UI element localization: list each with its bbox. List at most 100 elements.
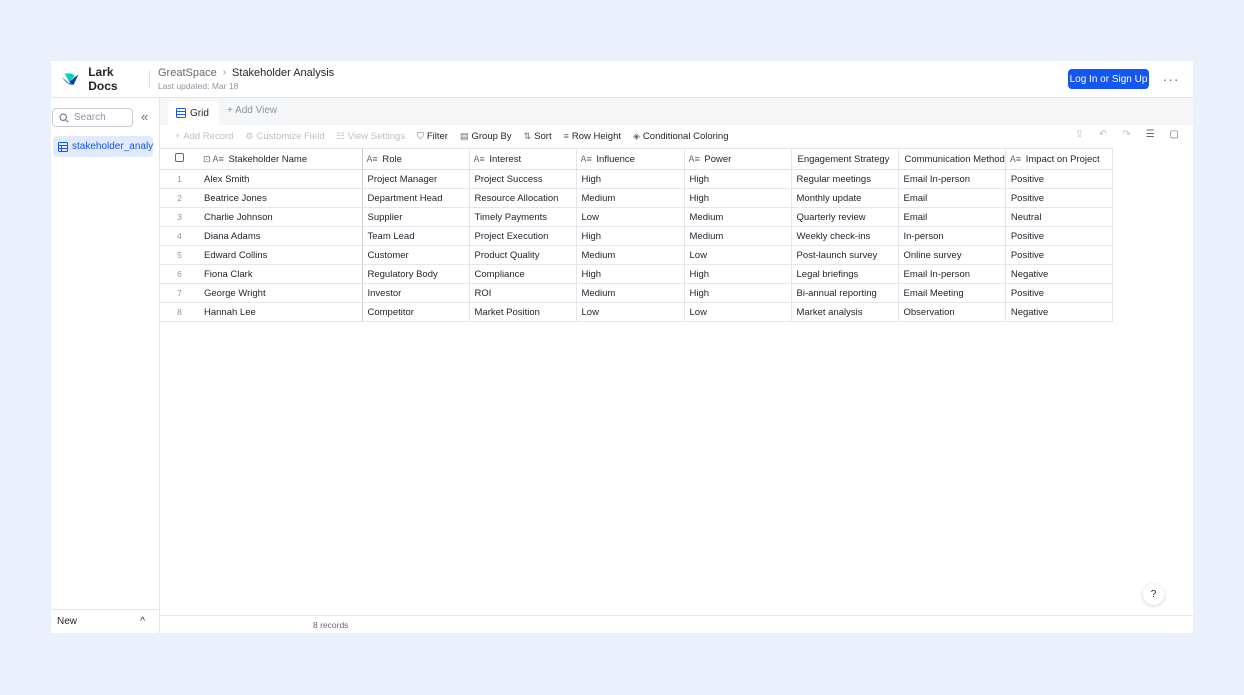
cell-interest[interactable]: Market Position <box>469 302 577 322</box>
column-header-communication-method[interactable]: Communication Method <box>898 148 1006 170</box>
cell-engagement-strategy[interactable]: Quarterly review <box>791 207 899 227</box>
column-header-impact-on-project[interactable]: A≡ Impact on Project <box>1005 148 1113 170</box>
app-logo[interactable]: Lark Docs <box>51 61 141 97</box>
column-header-engagement-strategy[interactable]: Engagement Strategy <box>791 148 899 170</box>
column-header-power[interactable]: A≡ Power <box>684 148 792 170</box>
cell-stakeholder-name[interactable]: Fiona Clark <box>199 264 363 284</box>
chevron-up-icon[interactable]: ^ <box>140 616 145 627</box>
login-signup-button[interactable]: Log In or Sign Up <box>1068 69 1149 89</box>
cell-role[interactable]: Competitor <box>362 302 470 322</box>
table-row[interactable]: 6 Fiona Clark Regulatory Body Compliance… <box>160 264 1113 284</box>
add-record-button[interactable]: + Add Record <box>175 131 233 142</box>
cell-engagement-strategy[interactable]: Legal briefings <box>791 264 899 284</box>
cell-communication-method[interactable]: Email In-person <box>898 264 1006 284</box>
cell-influence[interactable]: High <box>576 169 685 189</box>
cell-interest[interactable]: Product Quality <box>469 245 577 265</box>
conditional-coloring-button[interactable]: ◈ Conditional Coloring <box>633 131 728 142</box>
cell-influence[interactable]: Medium <box>576 283 685 303</box>
cell-influence[interactable]: Medium <box>576 188 685 208</box>
cell-engagement-strategy[interactable]: Monthly update <box>791 188 899 208</box>
cell-power[interactable]: Low <box>684 245 792 265</box>
cell-impact[interactable]: Negative <box>1005 302 1113 322</box>
cell-communication-method[interactable]: Online survey <box>898 245 1006 265</box>
cell-interest[interactable]: Project Success <box>469 169 577 189</box>
cell-impact[interactable]: Neutral <box>1005 207 1113 227</box>
table-row[interactable]: 2 Beatrice Jones Department Head Resourc… <box>160 188 1113 208</box>
view-settings-button[interactable]: ☷ View Settings <box>337 131 405 142</box>
cell-power[interactable]: High <box>684 283 792 303</box>
cell-role[interactable]: Investor <box>362 283 470 303</box>
cell-stakeholder-name[interactable]: Edward Collins <box>199 245 363 265</box>
add-view-button[interactable]: + Add View <box>227 105 277 116</box>
cell-stakeholder-name[interactable]: Diana Adams <box>199 226 363 246</box>
share-icon[interactable]: ⇪ <box>1075 129 1083 140</box>
cell-interest[interactable]: Compliance <box>469 264 577 284</box>
cell-communication-method[interactable]: Observation <box>898 302 1006 322</box>
cell-role[interactable]: Supplier <box>362 207 470 227</box>
cell-communication-method[interactable]: Email <box>898 207 1006 227</box>
cell-influence[interactable]: High <box>576 226 685 246</box>
cell-power[interactable]: Medium <box>684 226 792 246</box>
cell-stakeholder-name[interactable]: Beatrice Jones <box>199 188 363 208</box>
cell-power[interactable]: Low <box>684 302 792 322</box>
cell-engagement-strategy[interactable]: Bi-annual reporting <box>791 283 899 303</box>
column-header-stakeholder-name[interactable]: ⊡ A≡ Stakeholder Name <box>199 148 363 170</box>
column-header-interest[interactable]: A≡ Interest <box>469 148 577 170</box>
table-row[interactable]: 4 Diana Adams Team Lead Project Executio… <box>160 226 1113 246</box>
undo-icon[interactable]: ↶ <box>1099 129 1107 140</box>
column-header-influence[interactable]: A≡ Influence <box>576 148 685 170</box>
cell-impact[interactable]: Positive <box>1005 188 1113 208</box>
cell-communication-method[interactable]: Email In-person <box>898 169 1006 189</box>
table-row[interactable]: 8 Hannah Lee Competitor Market Position … <box>160 302 1113 322</box>
cell-communication-method[interactable]: Email <box>898 188 1006 208</box>
sort-button[interactable]: ⇅ Sort <box>524 131 552 142</box>
filter-button[interactable]: ⛉ Filter <box>417 131 448 142</box>
cell-engagement-strategy[interactable]: Market analysis <box>791 302 899 322</box>
cell-interest[interactable]: Project Execution <box>469 226 577 246</box>
cell-power[interactable]: High <box>684 188 792 208</box>
cell-stakeholder-name[interactable]: George Wright <box>199 283 363 303</box>
search-input[interactable]: Search <box>52 108 133 127</box>
cell-impact[interactable]: Positive <box>1005 245 1113 265</box>
cell-interest[interactable]: ROI <box>469 283 577 303</box>
cell-influence[interactable]: Low <box>576 207 685 227</box>
cell-impact[interactable]: Positive <box>1005 283 1113 303</box>
cell-engagement-strategy[interactable]: Weekly check-ins <box>791 226 899 246</box>
cell-influence[interactable]: Low <box>576 302 685 322</box>
row-height-button[interactable]: ≡ Row Height <box>564 131 621 142</box>
cell-role[interactable]: Department Head <box>362 188 470 208</box>
collapse-sidebar-icon[interactable]: « <box>141 110 148 124</box>
select-all-checkbox[interactable] <box>160 148 199 170</box>
cell-influence[interactable]: High <box>576 264 685 284</box>
new-button[interactable]: New <box>57 616 77 627</box>
cell-engagement-strategy[interactable]: Regular meetings <box>791 169 899 189</box>
comment-icon[interactable]: ▢ <box>1170 129 1179 140</box>
customize-field-button[interactable]: ⚙ Customize Field <box>245 131 324 142</box>
column-header-role[interactable]: A≡ Role <box>362 148 470 170</box>
breadcrumb-parent[interactable]: GreatSpace <box>158 67 217 79</box>
cell-power[interactable]: High <box>684 264 792 284</box>
cell-influence[interactable]: Medium <box>576 245 685 265</box>
cell-communication-method[interactable]: Email Meeting <box>898 283 1006 303</box>
cell-impact[interactable]: Negative <box>1005 264 1113 284</box>
page-title[interactable]: Stakeholder Analysis <box>232 67 334 79</box>
cell-stakeholder-name[interactable]: Alex Smith <box>199 169 363 189</box>
cell-stakeholder-name[interactable]: Hannah Lee <box>199 302 363 322</box>
help-button[interactable]: ? <box>1143 584 1164 605</box>
group-by-button[interactable]: ▤ Group By <box>460 131 512 142</box>
cell-stakeholder-name[interactable]: Charlie Johnson <box>199 207 363 227</box>
cell-interest[interactable]: Timely Payments <box>469 207 577 227</box>
cell-role[interactable]: Project Manager <box>362 169 470 189</box>
tab-grid-view[interactable]: Grid <box>168 101 219 125</box>
cell-role[interactable]: Regulatory Body <box>362 264 470 284</box>
cell-impact[interactable]: Positive <box>1005 226 1113 246</box>
table-row[interactable]: 1 Alex Smith Project Manager Project Suc… <box>160 169 1113 189</box>
cell-engagement-strategy[interactable]: Post-launch survey <box>791 245 899 265</box>
redo-icon[interactable]: ↷ <box>1122 129 1130 140</box>
cell-impact[interactable]: Positive <box>1005 169 1113 189</box>
field-panel-icon[interactable]: ☰ <box>1146 129 1155 140</box>
more-options-button[interactable]: ··· <box>1161 69 1181 89</box>
cell-role[interactable]: Customer <box>362 245 470 265</box>
cell-power[interactable]: Medium <box>684 207 792 227</box>
table-row[interactable]: 5 Edward Collins Customer Product Qualit… <box>160 245 1113 265</box>
